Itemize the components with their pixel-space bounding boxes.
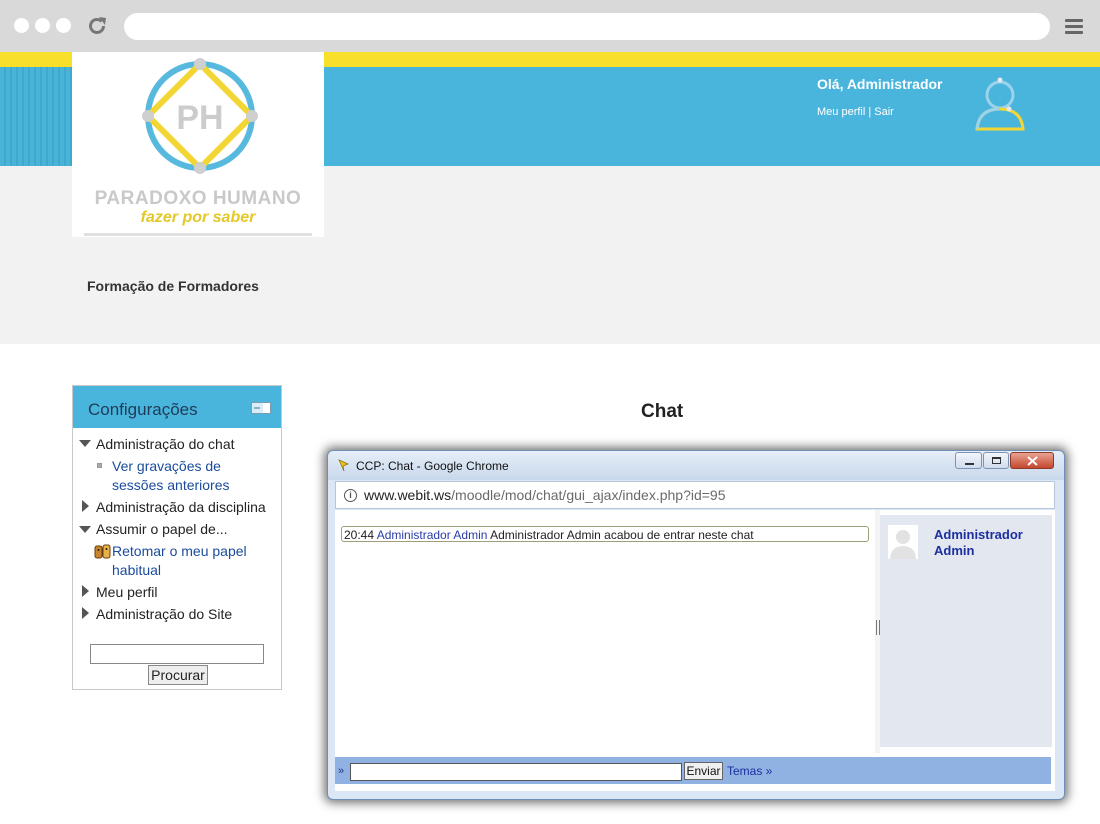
brand-tagline: fazer por saber bbox=[140, 209, 256, 226]
chat-input-bar: » Enviar Temas » bbox=[335, 757, 1051, 784]
user-greeting: Olá, Administrador bbox=[817, 76, 943, 92]
switch-role-icon bbox=[94, 544, 111, 559]
default-avatar-icon bbox=[888, 525, 918, 559]
reload-icon[interactable] bbox=[86, 15, 108, 37]
settings-item-course-admin[interactable]: Administração da disciplina bbox=[96, 499, 266, 515]
settings-item-view-logs[interactable]: Ver gravações de sessões anteriores bbox=[112, 457, 252, 495]
url-path: /moodle/mod/chat/gui_ajax/index.php?id=9… bbox=[451, 487, 726, 503]
send-button[interactable]: Enviar bbox=[684, 762, 723, 780]
chat-message-input[interactable] bbox=[350, 763, 682, 781]
message-text: Administrador Admin acabou de entrar nes… bbox=[490, 528, 754, 542]
collapsed-arrow-icon[interactable] bbox=[82, 500, 89, 512]
window-dot-icon bbox=[56, 18, 71, 33]
user-links: Meu perfil | Sair bbox=[817, 106, 894, 118]
close-button[interactable] bbox=[1010, 452, 1054, 469]
logo-divider bbox=[84, 233, 312, 236]
input-prompt: » bbox=[338, 765, 345, 777]
chat-content: 20:44 Administrador Admin Administrador … bbox=[335, 510, 1055, 791]
window-dot-icon bbox=[14, 18, 29, 33]
brand-name: PARADOXO HUMANO bbox=[94, 188, 302, 209]
logo-letters: PH bbox=[176, 99, 223, 137]
themes-link[interactable]: Temas » bbox=[727, 764, 772, 778]
expanded-arrow-icon[interactable] bbox=[79, 440, 91, 447]
user-avatar-icon[interactable] bbox=[973, 75, 1027, 131]
dock-block-icon[interactable] bbox=[251, 402, 271, 414]
chrome-app-icon bbox=[338, 459, 349, 472]
chat-users-panel: Administrador Admin bbox=[880, 515, 1052, 747]
window-dot-icon bbox=[35, 18, 50, 33]
chat-message: 20:44 Administrador Admin Administrador … bbox=[341, 526, 869, 542]
settings-block: Configurações Administração do chat Ver … bbox=[72, 385, 282, 690]
link-separator: | bbox=[868, 106, 872, 118]
settings-item-switch-role[interactable]: Assumir o papel de... bbox=[96, 521, 228, 537]
minimize-button[interactable] bbox=[955, 452, 982, 469]
popup-url-bar[interactable]: i www.webit.ws/moodle/mod/chat/gui_ajax/… bbox=[335, 481, 1055, 509]
settings-search-input[interactable] bbox=[90, 644, 264, 664]
chat-popup-window: CCP: Chat - Google Chrome i www.webit.ws… bbox=[327, 450, 1065, 800]
popup-url: www.webit.ws/moodle/mod/chat/gui_ajax/in… bbox=[364, 487, 726, 503]
message-user[interactable]: Administrador Admin bbox=[377, 528, 488, 541]
user-list-avatar bbox=[888, 525, 918, 559]
maximize-button[interactable] bbox=[983, 452, 1009, 469]
expanded-arrow-icon[interactable] bbox=[79, 526, 91, 533]
page-heading: Chat bbox=[641, 401, 684, 422]
message-time: 20:44 bbox=[344, 528, 375, 542]
close-icon bbox=[1027, 456, 1038, 466]
collapsed-arrow-icon[interactable] bbox=[82, 607, 89, 619]
url-host: www.webit.ws bbox=[364, 487, 452, 503]
user-list-name[interactable]: Administrador Admin bbox=[934, 527, 1044, 559]
course-title: Formação de Formadores bbox=[87, 278, 259, 294]
logout-link[interactable]: Sair bbox=[874, 106, 894, 118]
popup-title: CCP: Chat - Google Chrome bbox=[356, 459, 509, 473]
search-button[interactable]: Procurar bbox=[148, 665, 208, 685]
address-bar[interactable] bbox=[124, 13, 1050, 40]
settings-item-my-profile[interactable]: Meu perfil bbox=[96, 584, 157, 600]
logo-emblem-icon: PH bbox=[142, 58, 258, 174]
chat-messages-area: 20:44 Administrador Admin Administrador … bbox=[335, 510, 875, 753]
settings-block-header: Configurações bbox=[73, 386, 281, 428]
profile-link[interactable]: Meu perfil bbox=[817, 106, 865, 118]
collapsed-arrow-icon[interactable] bbox=[82, 585, 89, 597]
popup-titlebar[interactable]: CCP: Chat - Google Chrome bbox=[328, 451, 1064, 480]
settings-item-site-admin[interactable]: Administração do Site bbox=[96, 606, 232, 622]
info-icon[interactable]: i bbox=[344, 489, 357, 502]
settings-item-chat-admin[interactable]: Administração do chat bbox=[96, 436, 235, 452]
settings-item-return-role[interactable]: Retomar o meu papel habitual bbox=[112, 542, 262, 580]
bullet-icon bbox=[97, 463, 102, 468]
menu-icon[interactable] bbox=[1065, 19, 1083, 35]
settings-title: Configurações bbox=[88, 400, 198, 419]
